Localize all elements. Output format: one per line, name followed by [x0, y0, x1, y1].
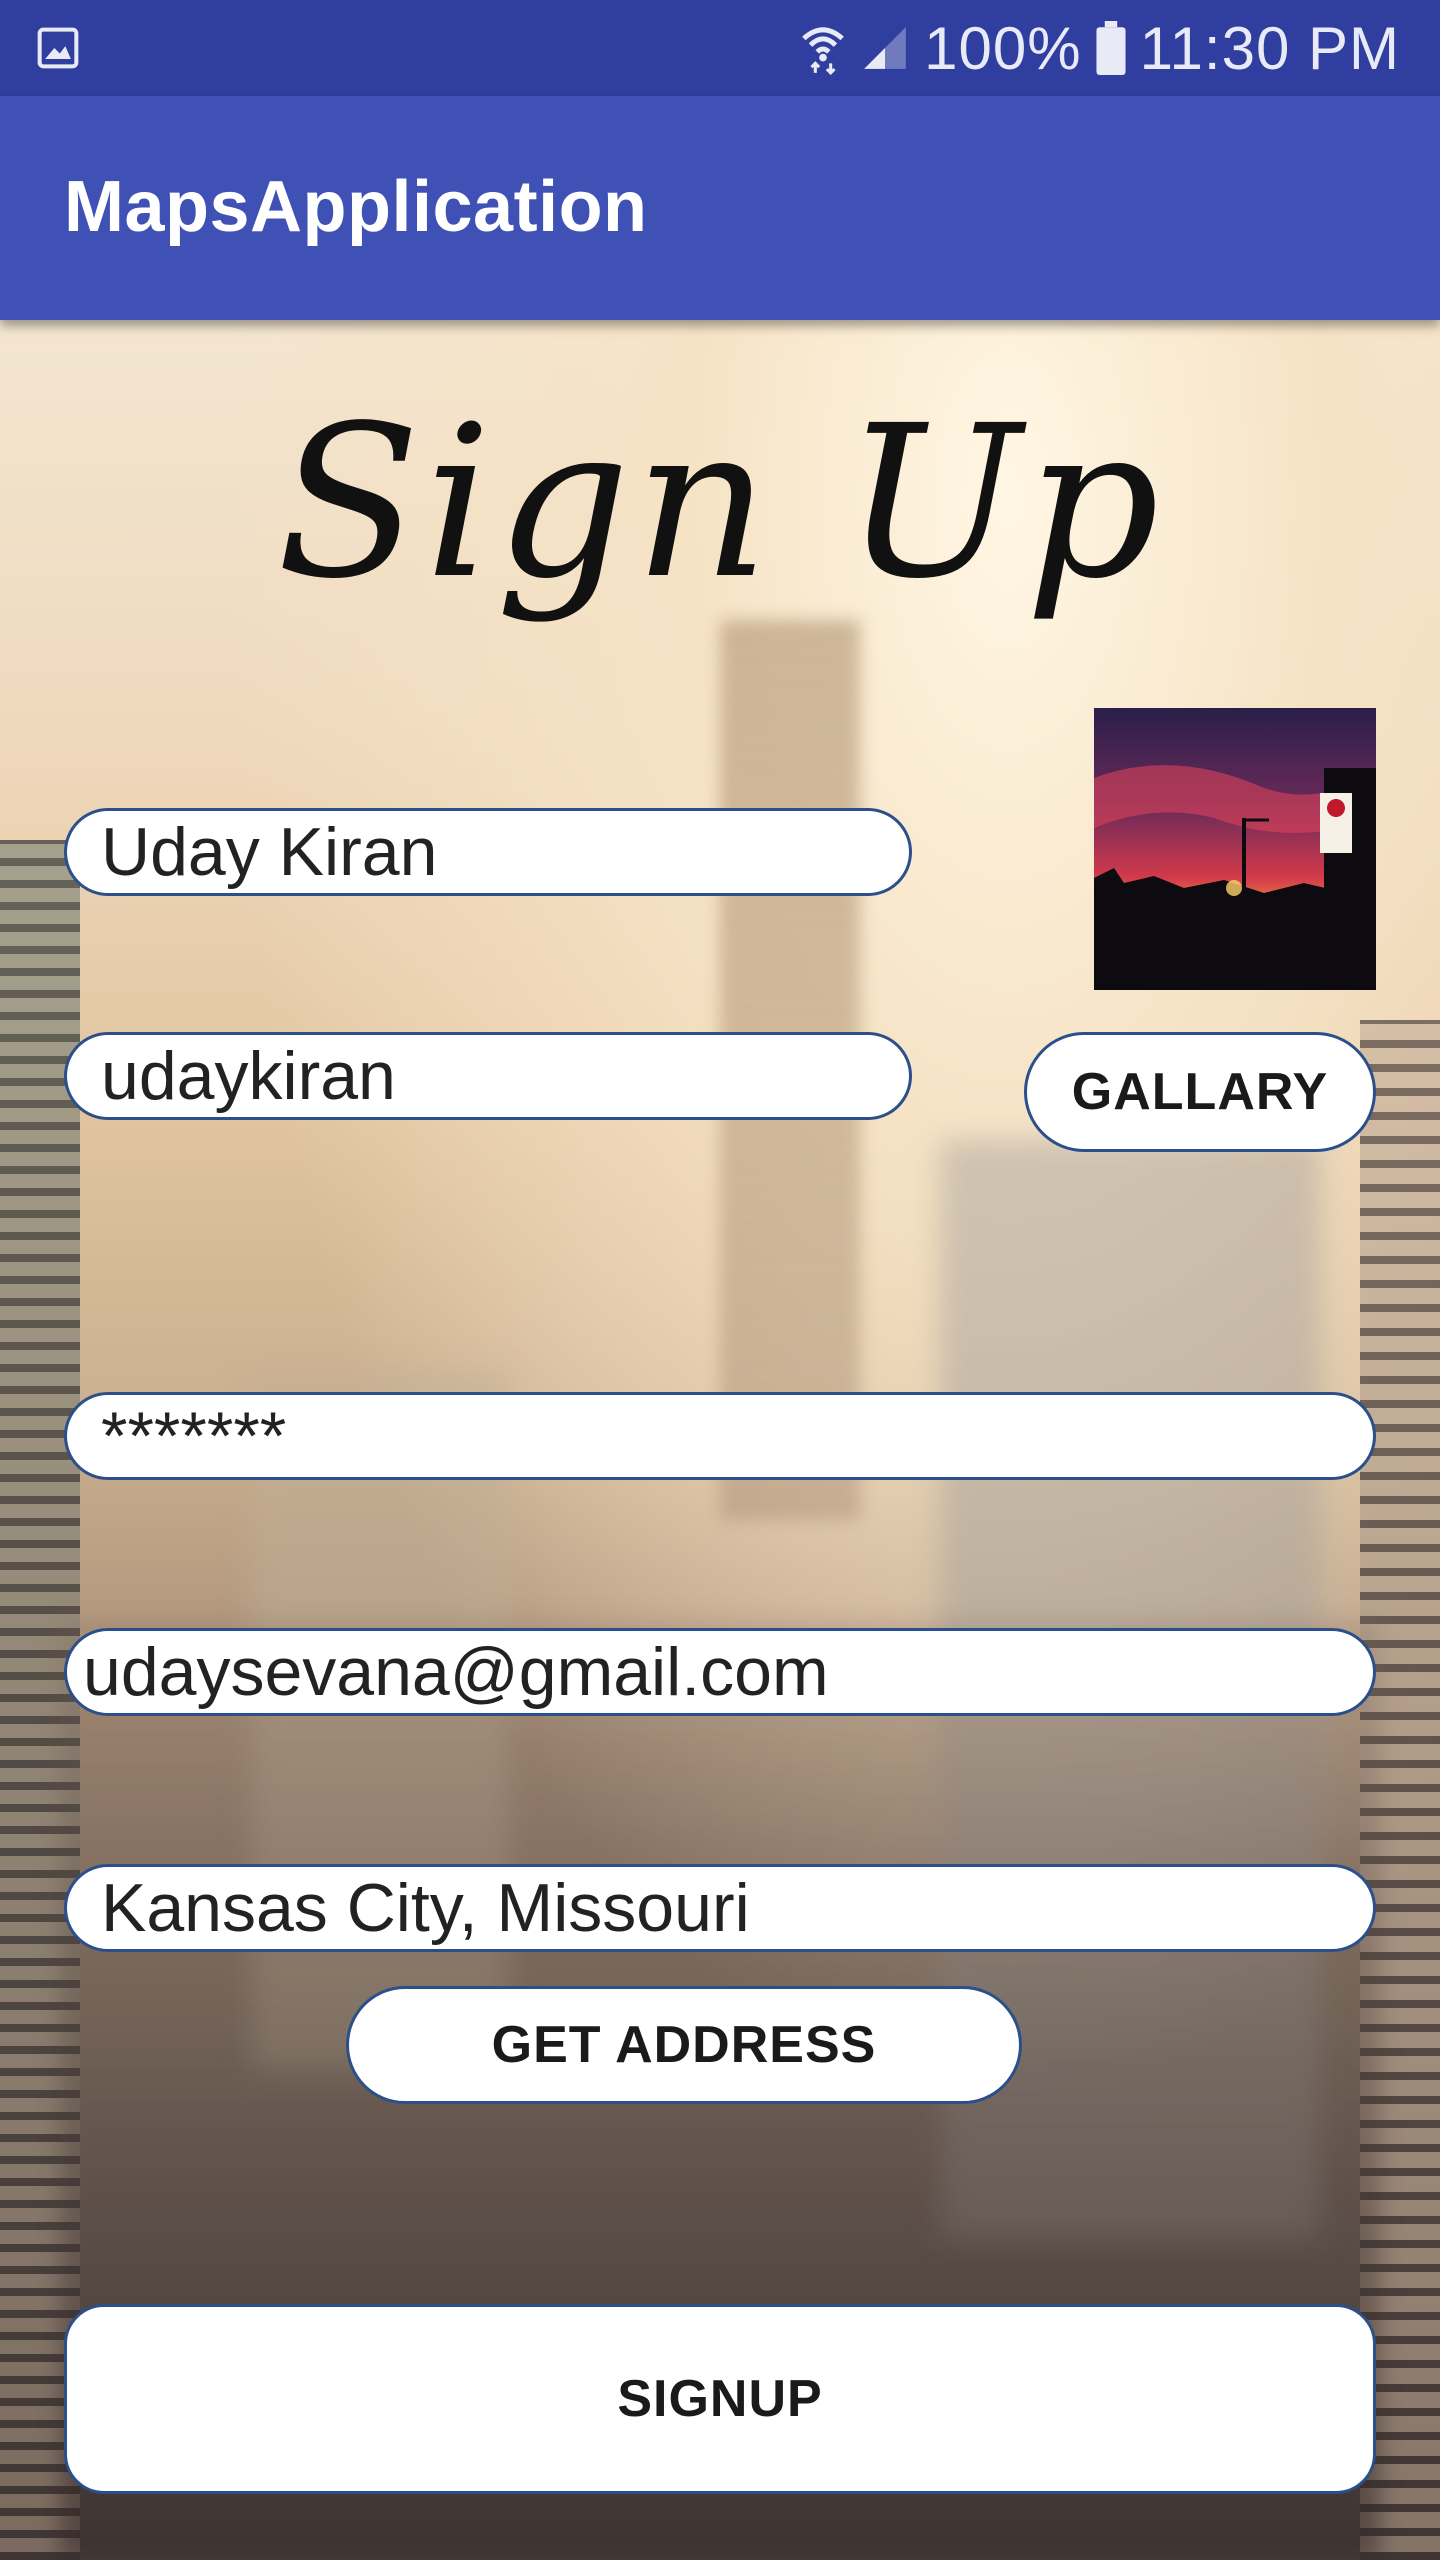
battery-percent: 100% — [924, 14, 1082, 82]
app-bar: MapsApplication — [0, 96, 1440, 320]
get-address-button-label: GET ADDRESS — [491, 2016, 877, 2074]
signup-heading: Sign Up — [276, 380, 1164, 625]
app-title: MapsApplication — [64, 167, 648, 247]
address-value: Kansas City, Missouri — [101, 1870, 750, 1946]
password-field[interactable]: ******* — [64, 1392, 1376, 1480]
gallery-button[interactable]: GALLARY — [1024, 1032, 1376, 1152]
get-address-button[interactable]: GET ADDRESS — [346, 1986, 1022, 2104]
name-field[interactable]: Uday Kiran — [64, 808, 912, 896]
signup-screen: Sign Up Uday Kiran udaykiran GALLARY ***… — [0, 320, 1440, 2560]
username-field[interactable]: udaykiran — [64, 1032, 912, 1120]
gallery-button-label: GALLARY — [1071, 1063, 1329, 1121]
status-bar: 100% 11:30 PM — [0, 0, 1440, 96]
email-value: udaysevana@gmail.com — [83, 1634, 829, 1710]
signup-button-label: SIGNUP — [617, 2370, 823, 2428]
username-value: udaykiran — [101, 1038, 396, 1114]
clock: 11:30 PM — [1139, 14, 1400, 82]
wifi-icon — [802, 27, 844, 75]
status-indicators: 100% 11:30 PM — [800, 0, 1400, 96]
password-value: ******* — [101, 1398, 287, 1474]
email-field[interactable]: udaysevana@gmail.com — [64, 1628, 1376, 1716]
address-field[interactable]: Kansas City, Missouri — [64, 1864, 1376, 1952]
signal-icon — [864, 27, 906, 69]
battery-icon — [1096, 21, 1126, 75]
profile-photo — [1094, 708, 1376, 990]
name-value: Uday Kiran — [101, 814, 438, 890]
signup-button[interactable]: SIGNUP — [64, 2304, 1376, 2494]
gallery-icon — [37, 27, 79, 69]
